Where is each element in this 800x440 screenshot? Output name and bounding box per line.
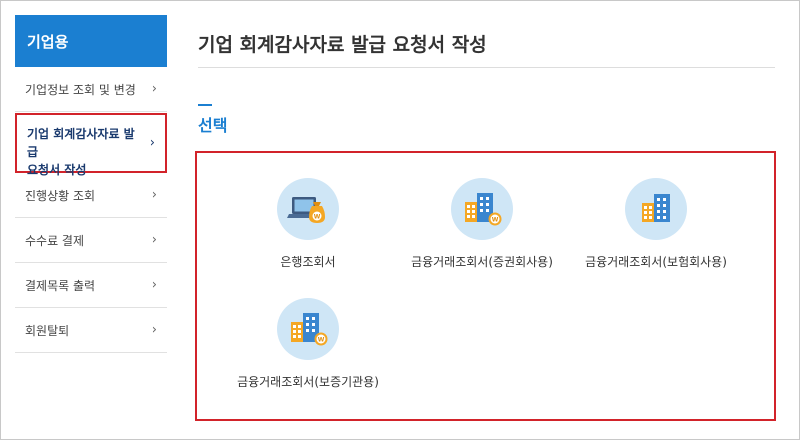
option-guarantee-institution[interactable]: W 금융거래조회서(보증기관용) — [223, 298, 393, 390]
chevron-right-icon: › — [151, 277, 157, 293]
svg-text:W: W — [492, 217, 499, 224]
page-title: 기업 회계감사자료 발급 요청서 작성 — [198, 34, 487, 56]
chevron-right-icon: › — [149, 135, 155, 151]
svg-text:W: W — [318, 337, 325, 344]
section-title: 선택 — [198, 116, 228, 135]
sidebar-item-label: 기업 회계감사자료 발급 요청서 작성 — [27, 127, 135, 177]
sidebar-item-label: 진행상황 조회 — [25, 189, 96, 203]
sidebar-title: 기업용 — [15, 15, 167, 67]
chevron-right-icon: › — [151, 232, 157, 248]
sidebar-item-company-info[interactable]: 기업정보 조회 및 변경 › — [15, 67, 167, 112]
sidebar-item-withdraw[interactable]: 회원탈퇴 › — [15, 308, 167, 353]
option-label: 은행조회서 — [280, 255, 336, 269]
section-marker — [198, 104, 212, 106]
sidebar-item-payment-print[interactable]: 결제목록 출력 › — [15, 263, 167, 308]
sidebar-item-label: 결제목록 출력 — [25, 279, 96, 293]
option-bank-confirmation[interactable]: W 은행조회서 — [223, 178, 393, 270]
option-label: 금융거래조회서(증권회사용) — [411, 255, 553, 269]
title-divider — [198, 67, 775, 68]
svg-text:W: W — [314, 214, 321, 221]
option-insurance[interactable]: 금융거래조회서(보험회사용) — [571, 178, 741, 270]
option-label: 금융거래조회서(보증기관용) — [237, 375, 379, 389]
chevron-right-icon: › — [151, 81, 157, 97]
sidebar-menu: 기업정보 조회 및 변경 › 기업 회계감사자료 발급 요청서 작성 › 진행상… — [15, 67, 167, 353]
sidebar-item-progress[interactable]: 진행상황 조회 › — [15, 173, 167, 218]
sidebar-item-label: 기업정보 조회 및 변경 — [25, 83, 136, 97]
chevron-right-icon: › — [151, 187, 157, 203]
laptop-moneybag-icon: W — [277, 178, 339, 240]
building-coin-icon: W — [451, 178, 513, 240]
option-securities[interactable]: W 금융거래조회서(증권회사용) — [397, 178, 567, 270]
sidebar-item-label: 수수료 결제 — [25, 234, 85, 248]
sidebar-item-payment[interactable]: 수수료 결제 › — [15, 218, 167, 263]
option-label: 금융거래조회서(보험회사용) — [585, 255, 727, 269]
chevron-right-icon: › — [151, 322, 157, 338]
building-icon — [625, 178, 687, 240]
sidebar-item-audit-request[interactable]: 기업 회계감사자료 발급 요청서 작성 › — [15, 113, 167, 177]
sidebar: 기업용 기업정보 조회 및 변경 › 기업 회계감사자료 발급 요청서 작성 ›… — [15, 15, 167, 353]
sidebar-item-label: 회원탈퇴 — [25, 324, 70, 338]
building-coin-icon: W — [277, 298, 339, 360]
